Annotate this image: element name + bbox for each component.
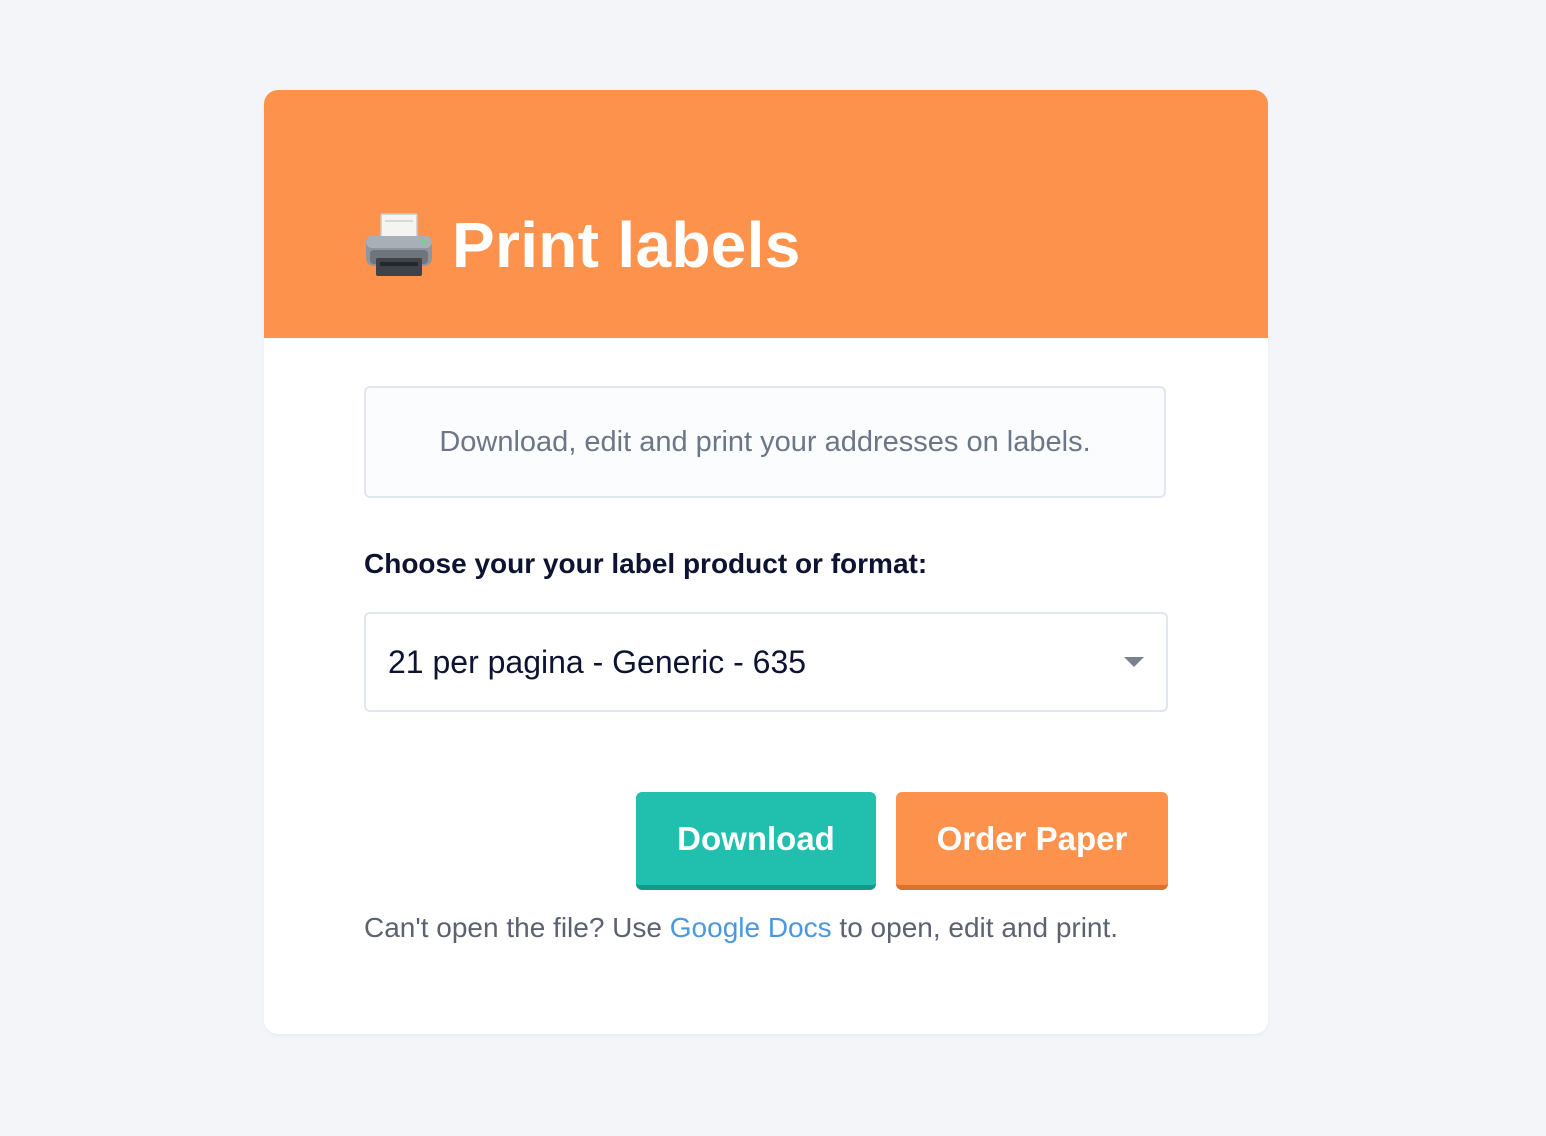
chevron-down-icon <box>1124 657 1144 667</box>
download-button[interactable]: Download <box>636 792 876 890</box>
order-paper-button[interactable]: Order Paper <box>896 792 1168 890</box>
label-format-select[interactable]: 21 per pagina - Generic - 635 <box>364 612 1168 712</box>
label-format-selected-value: 21 per pagina - Generic - 635 <box>388 643 807 680</box>
card-header: Print labels <box>264 90 1268 338</box>
header-row: Print labels <box>364 200 801 290</box>
help-text-prefix: Can't open the file? Use <box>364 912 670 943</box>
info-box: Download, edit and print your addresses … <box>364 386 1166 498</box>
google-docs-link[interactable]: Google Docs <box>670 912 832 943</box>
format-label: Choose your your label product or format… <box>364 548 928 579</box>
print-labels-card: Print labels Download, edit and print yo… <box>264 90 1268 1034</box>
page-title: Print labels <box>452 209 801 281</box>
help-text: Can't open the file? Use Google Docs to … <box>364 912 1118 944</box>
printer-icon <box>366 213 432 276</box>
help-text-suffix: to open, edit and print. <box>831 912 1119 943</box>
